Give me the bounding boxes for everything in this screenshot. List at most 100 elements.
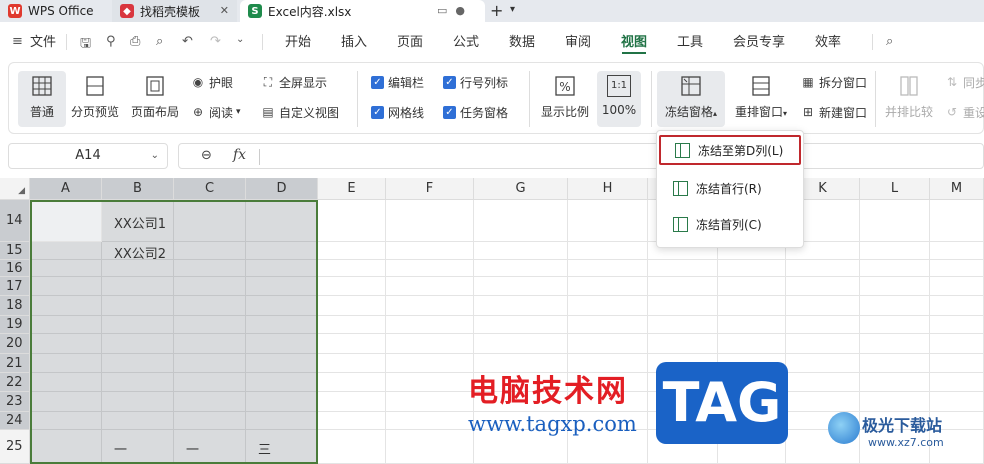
cell-m19[interactable] bbox=[930, 316, 984, 334]
cell-m18[interactable] bbox=[930, 296, 984, 316]
row-header-25[interactable]: 25 bbox=[0, 430, 30, 464]
cell-m21[interactable] bbox=[930, 354, 984, 373]
cell-f22[interactable] bbox=[386, 373, 474, 392]
cell-g18[interactable] bbox=[474, 296, 568, 316]
freeze-first-column-option[interactable]: 冻结首列(C) bbox=[659, 209, 801, 239]
monitor-icon[interactable]: ▭ bbox=[437, 4, 455, 17]
cell-e16[interactable] bbox=[318, 260, 386, 277]
cell-h19[interactable] bbox=[568, 316, 648, 334]
zoom-100-button[interactable]: 1:1 100% bbox=[597, 71, 641, 127]
cell-e23[interactable] bbox=[318, 392, 386, 412]
cell-e15[interactable] bbox=[318, 242, 386, 260]
chevron-down-icon[interactable]: ⌄ bbox=[236, 34, 244, 45]
cell-i18[interactable] bbox=[648, 296, 718, 316]
dot-icon[interactable]: ● bbox=[455, 4, 473, 17]
gridlines-checkbox[interactable]: ✓ 网格线 bbox=[371, 103, 424, 121]
page-break-preview-button[interactable]: 分页预览 bbox=[69, 71, 121, 127]
cell-k17[interactable] bbox=[786, 277, 860, 296]
cell-k21[interactable] bbox=[786, 354, 860, 373]
reset-position-button[interactable]: ↺ 重设 bbox=[945, 103, 984, 121]
normal-view-button[interactable]: 普通 bbox=[18, 71, 66, 127]
cell-f20[interactable] bbox=[386, 334, 474, 354]
cell-l17[interactable] bbox=[860, 277, 930, 296]
redo-icon[interactable]: ↷ bbox=[210, 34, 221, 49]
column-header-f[interactable]: F bbox=[386, 178, 474, 200]
cell-f15[interactable] bbox=[386, 242, 474, 260]
reading-mode-button[interactable]: ⊕ 阅读 ▾ bbox=[191, 103, 241, 121]
menu-view[interactable]: 视图 bbox=[621, 34, 647, 52]
cell-j20[interactable] bbox=[718, 334, 786, 354]
row-header-24[interactable]: 24 bbox=[0, 412, 30, 430]
row-header-14[interactable]: 14 bbox=[0, 200, 30, 242]
rearrange-windows-button[interactable]: 重排窗口▾ bbox=[731, 71, 791, 127]
column-header-l[interactable]: L bbox=[860, 178, 930, 200]
cell-k18[interactable] bbox=[786, 296, 860, 316]
menu-data[interactable]: 数据 bbox=[509, 34, 535, 52]
menu-home[interactable]: 开始 bbox=[285, 34, 311, 52]
zoom-icon[interactable]: ⊖ bbox=[201, 148, 212, 163]
cell-j18[interactable] bbox=[718, 296, 786, 316]
cell-m20[interactable] bbox=[930, 334, 984, 354]
chevron-down-icon[interactable]: ⌄ bbox=[151, 144, 159, 168]
row-header-18[interactable]: 18 bbox=[0, 296, 30, 316]
cell-i20[interactable] bbox=[648, 334, 718, 354]
print-preview-icon[interactable]: ⌕ bbox=[156, 34, 163, 49]
page-layout-button[interactable]: 页面布局 bbox=[129, 71, 181, 127]
undo-icon[interactable]: ↶ bbox=[182, 34, 193, 49]
column-header-b[interactable]: B bbox=[102, 178, 174, 200]
cell-e22[interactable] bbox=[318, 373, 386, 392]
column-header-h[interactable]: H bbox=[568, 178, 648, 200]
cell-l20[interactable] bbox=[860, 334, 930, 354]
row-header-19[interactable]: 19 bbox=[0, 316, 30, 334]
save-icon[interactable]: 🖫 bbox=[80, 34, 91, 56]
cell-i19[interactable] bbox=[648, 316, 718, 334]
tab-wps-office[interactable]: W WPS Office bbox=[0, 0, 110, 22]
tab-docer[interactable]: ◆ 找稻壳模板 ✕ bbox=[112, 0, 237, 22]
task-pane-checkbox[interactable]: ✓ 任务窗格 bbox=[443, 103, 508, 121]
cell-i16[interactable] bbox=[648, 260, 718, 277]
cell-h18[interactable] bbox=[568, 296, 648, 316]
custom-view-button[interactable]: ▤ 自定义视图 bbox=[261, 103, 339, 121]
row-header-17[interactable]: 17 bbox=[0, 277, 30, 296]
cell-i17[interactable] bbox=[648, 277, 718, 296]
chevron-down-icon[interactable]: ▾ bbox=[510, 4, 515, 15]
side-by-side-button[interactable]: 并排比较 bbox=[881, 71, 937, 127]
cell-l18[interactable] bbox=[860, 296, 930, 316]
formula-input[interactable]: ⊖ fx bbox=[178, 143, 984, 169]
menu-review[interactable]: 审阅 bbox=[565, 34, 591, 52]
cell-e25[interactable] bbox=[318, 430, 386, 464]
edit-bar-checkbox[interactable]: ✓ 编辑栏 bbox=[371, 73, 424, 91]
menu-file[interactable]: 文件 bbox=[30, 34, 56, 52]
cell-k16[interactable] bbox=[786, 260, 860, 277]
cell-m23[interactable] bbox=[930, 392, 984, 412]
fx-icon[interactable]: fx bbox=[233, 147, 246, 163]
menu-page[interactable]: 页面 bbox=[397, 34, 423, 52]
freeze-panes-button[interactable]: 冻结窗格▴ bbox=[657, 71, 725, 127]
new-window-button[interactable]: ⊞ 新建窗口 bbox=[801, 103, 867, 121]
row-header-21[interactable]: 21 bbox=[0, 354, 30, 373]
name-box[interactable]: A14 ⌄ bbox=[8, 143, 168, 169]
cell-f18[interactable] bbox=[386, 296, 474, 316]
cell-l21[interactable] bbox=[860, 354, 930, 373]
cell-g15[interactable] bbox=[474, 242, 568, 260]
cell-f24[interactable] bbox=[386, 412, 474, 430]
cell-e21[interactable] bbox=[318, 354, 386, 373]
cell-e24[interactable] bbox=[318, 412, 386, 430]
cell-g19[interactable] bbox=[474, 316, 568, 334]
cell-l22[interactable] bbox=[860, 373, 930, 392]
cell-j16[interactable] bbox=[718, 260, 786, 277]
cell-l23[interactable] bbox=[860, 392, 930, 412]
freeze-to-column-d-option[interactable]: 冻结至第D列(L) bbox=[659, 135, 801, 165]
cell-f25[interactable] bbox=[386, 430, 474, 464]
cell-m15[interactable] bbox=[930, 242, 984, 260]
search-icon[interactable]: ⌕ bbox=[886, 34, 893, 49]
menu-efficiency[interactable]: 效率 bbox=[815, 34, 841, 52]
cell-m16[interactable] bbox=[930, 260, 984, 277]
row-header-16[interactable]: 16 bbox=[0, 260, 30, 277]
tab-excel-file[interactable]: S Excel内容.xlsx ▭● bbox=[240, 0, 485, 22]
cell-f17[interactable] bbox=[386, 277, 474, 296]
cell-f14[interactable] bbox=[386, 200, 474, 242]
freeze-first-row-option[interactable]: 冻结首行(R) bbox=[659, 173, 801, 203]
cell-g17[interactable] bbox=[474, 277, 568, 296]
menu-member[interactable]: 会员专享 bbox=[733, 34, 785, 52]
